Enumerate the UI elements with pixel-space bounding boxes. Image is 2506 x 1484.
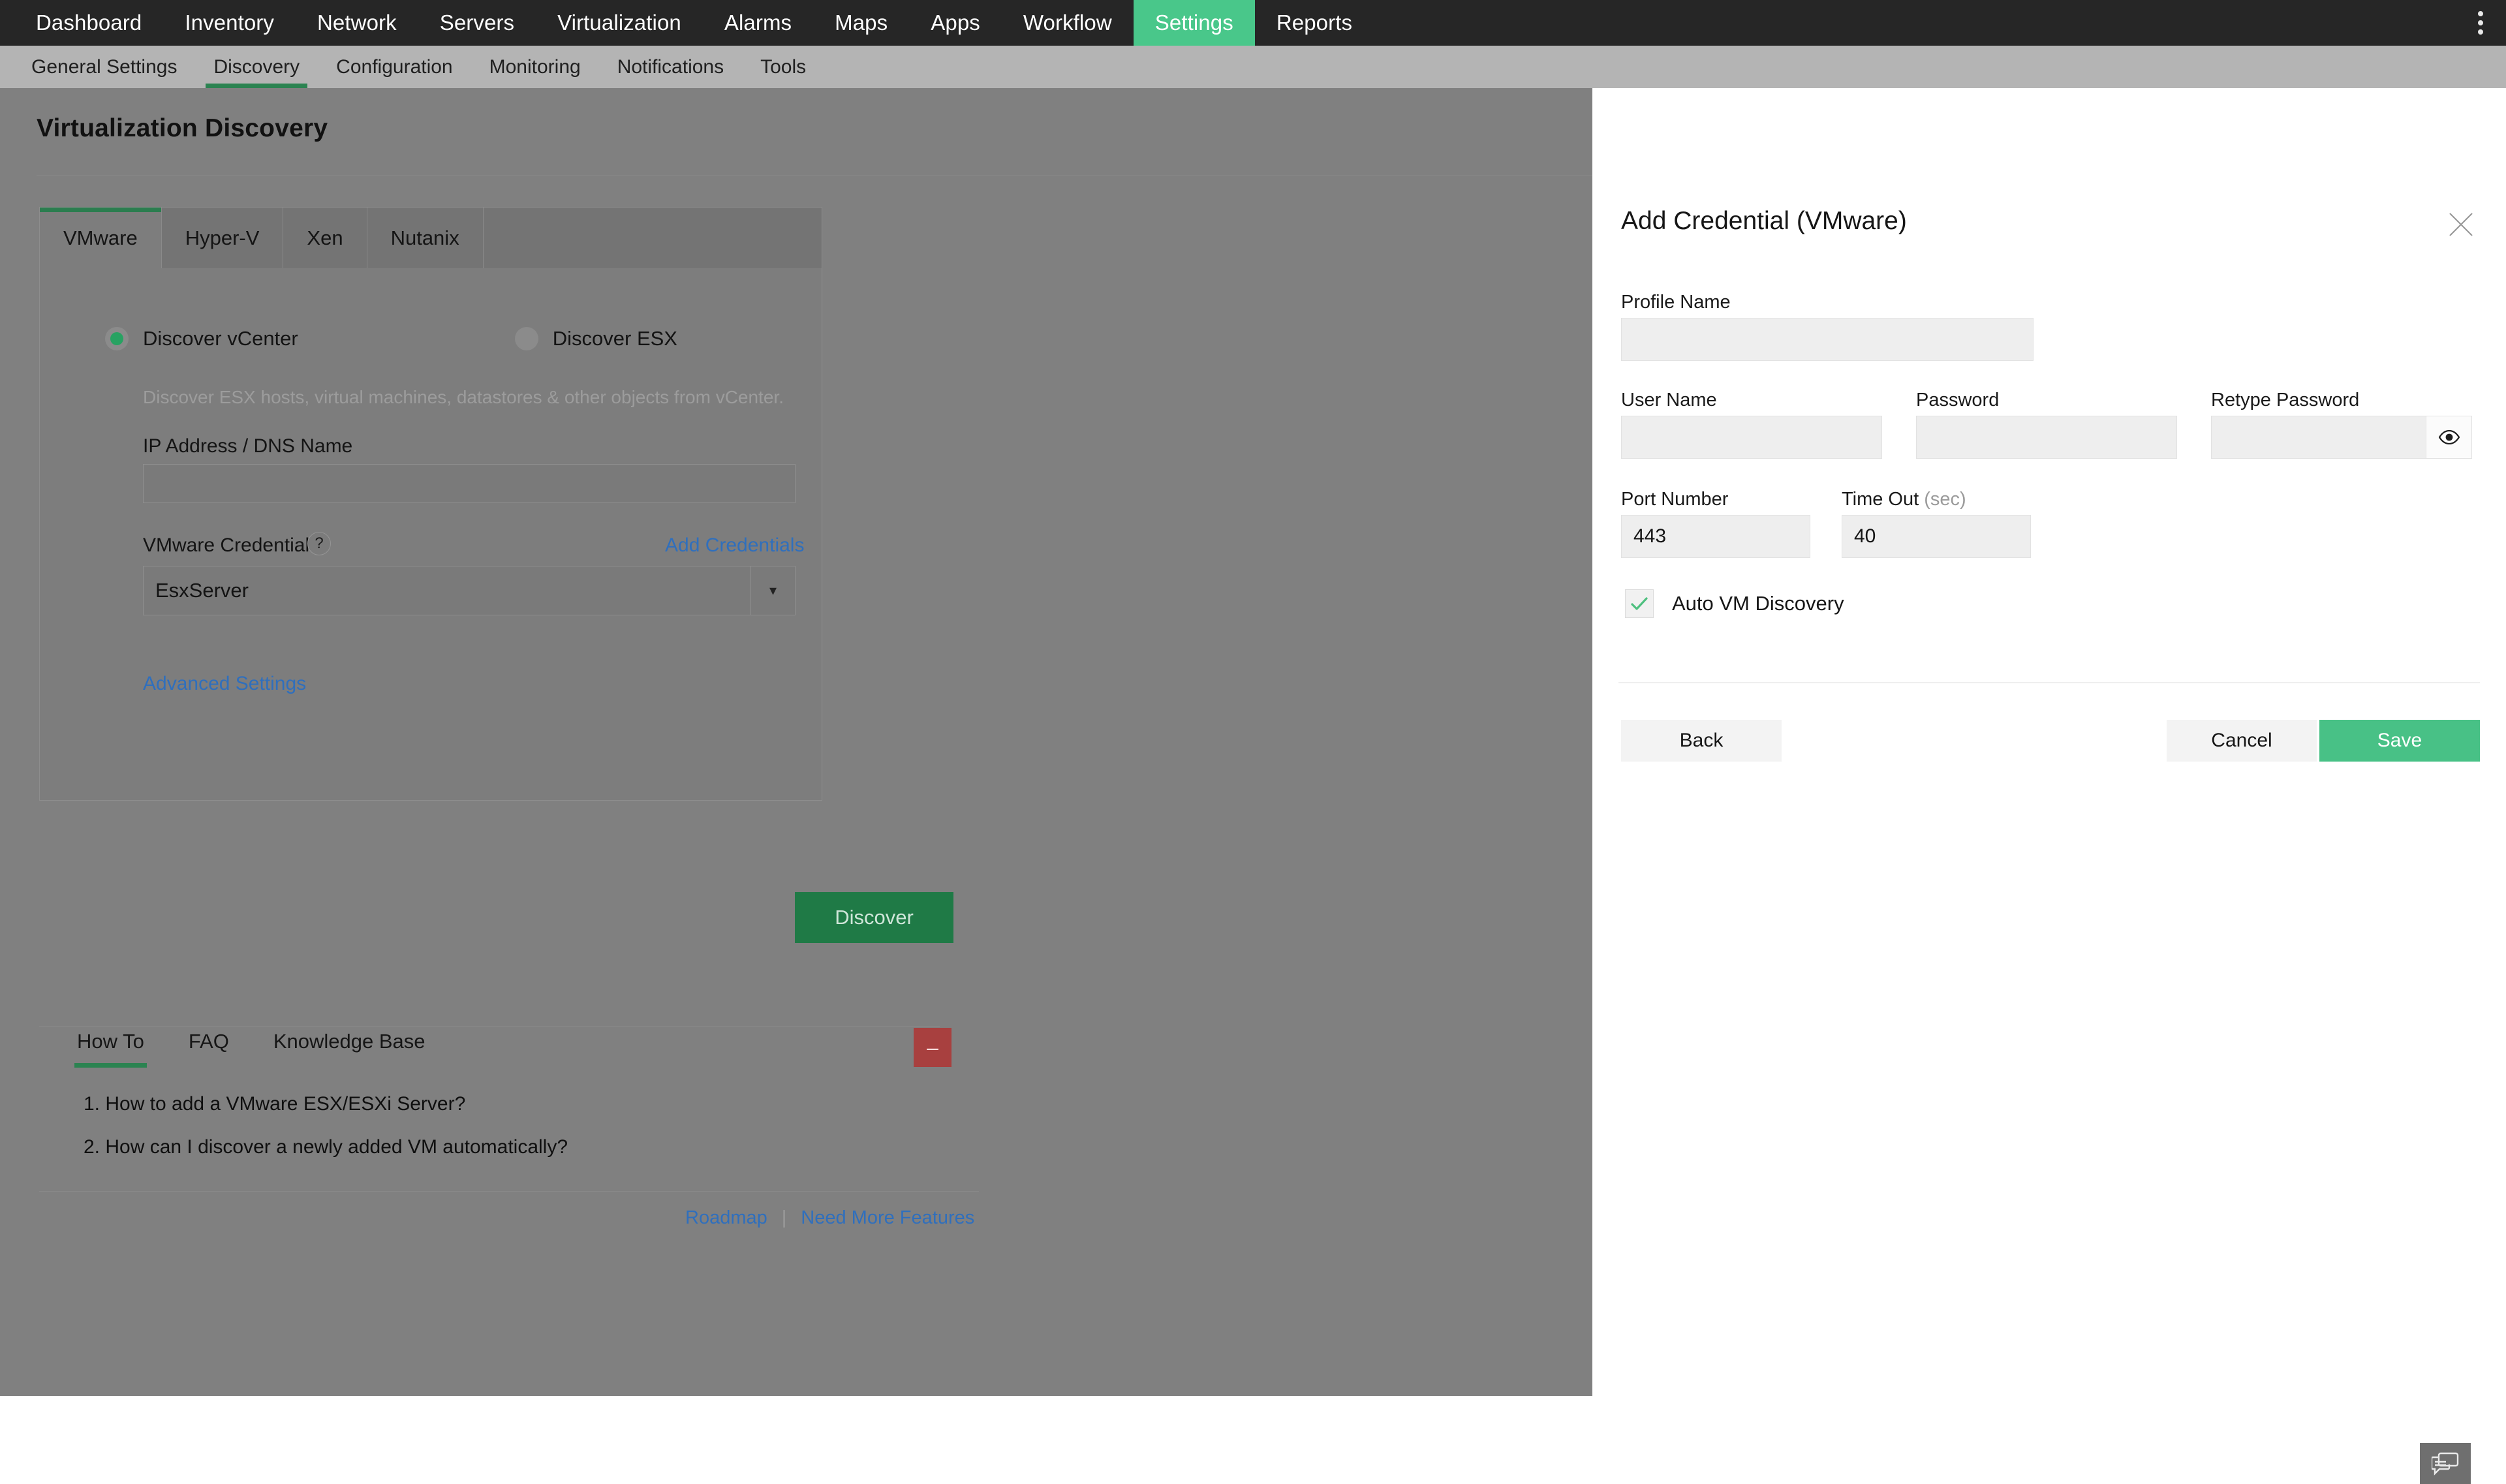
vmware-credential-select[interactable]: EsxServer ▾ bbox=[143, 566, 796, 615]
ip-address-input[interactable] bbox=[143, 464, 796, 503]
profile-name-input[interactable] bbox=[1621, 318, 2034, 361]
time-out-input[interactable]: 40 bbox=[1842, 515, 2031, 558]
time-out-unit: (sec) bbox=[1924, 489, 1966, 510]
kebab-dot bbox=[2478, 20, 2483, 25]
advanced-settings-link[interactable]: Advanced Settings bbox=[143, 673, 306, 695]
retype-password-input[interactable] bbox=[2212, 416, 2426, 458]
footer-divider bbox=[39, 1191, 979, 1192]
kebab-dot bbox=[2478, 11, 2483, 16]
close-icon[interactable] bbox=[2446, 209, 2476, 240]
settings-sub-navigation: General Settings Discovery Configuration… bbox=[0, 46, 2506, 88]
nav-item-network[interactable]: Network bbox=[296, 0, 418, 46]
auto-vm-discovery-checkbox[interactable] bbox=[1625, 589, 1654, 618]
tab-nutanix[interactable]: Nutanix bbox=[367, 208, 484, 268]
help-collapse-button[interactable]: – bbox=[914, 1028, 951, 1067]
time-out-label: Time Out (sec) bbox=[1842, 489, 1966, 510]
nav-item-maps[interactable]: Maps bbox=[813, 0, 909, 46]
cancel-button[interactable]: Cancel bbox=[2167, 720, 2317, 762]
radio-button-esx-icon[interactable] bbox=[514, 327, 538, 350]
auto-vm-discovery-row[interactable]: Auto VM Discovery bbox=[1625, 589, 1844, 618]
subnav-item-configuration[interactable]: Configuration bbox=[318, 46, 471, 88]
subnav-item-tools[interactable]: Tools bbox=[742, 46, 824, 88]
radio-label-discover-esx: Discover ESX bbox=[552, 327, 677, 350]
discover-mode-radio-group: Discover vCenter Discover ESX bbox=[105, 327, 677, 350]
nav-item-dashboard[interactable]: Dashboard bbox=[14, 0, 163, 46]
radio-discover-esx[interactable]: Discover ESX bbox=[514, 327, 677, 350]
vmware-credential-selected-value: EsxServer bbox=[155, 579, 249, 602]
help-question-icon[interactable]: ? bbox=[307, 532, 331, 555]
help-tab-faq[interactable]: FAQ bbox=[166, 1018, 251, 1068]
port-number-input[interactable]: 443 bbox=[1621, 515, 1810, 558]
modal-title: Add Credential (VMware) bbox=[1621, 207, 1907, 235]
modal-footer-divider bbox=[1618, 682, 2480, 683]
kebab-dot bbox=[2478, 29, 2483, 35]
vmware-tab-panel: Discover vCenter Discover ESX Discover E… bbox=[40, 268, 822, 800]
list-item[interactable]: 2. How can I discover a newly added VM a… bbox=[84, 1136, 568, 1158]
nav-item-reports[interactable]: Reports bbox=[1255, 0, 1374, 46]
nav-item-virtualization[interactable]: Virtualization bbox=[536, 0, 703, 46]
top-navigation-bar: Dashboard Inventory Network Servers Virt… bbox=[0, 0, 2506, 46]
profile-name-label: Profile Name bbox=[1621, 292, 1731, 313]
save-button[interactable]: Save bbox=[2319, 720, 2480, 762]
retype-password-label: Retype Password bbox=[2211, 390, 2360, 410]
auto-vm-discovery-label: Auto VM Discovery bbox=[1672, 592, 1844, 615]
user-name-input[interactable] bbox=[1621, 416, 1882, 459]
nav-item-settings[interactable]: Settings bbox=[1133, 0, 1255, 46]
nav-item-alarms[interactable]: Alarms bbox=[703, 0, 813, 46]
page-title: Virtualization Discovery bbox=[37, 114, 328, 142]
help-tab-how-to[interactable]: How To bbox=[55, 1018, 166, 1068]
virtualization-discovery-card: VMware Hyper-V Xen Nutanix Discover vCen… bbox=[39, 207, 822, 801]
nav-item-workflow[interactable]: Workflow bbox=[1002, 0, 1134, 46]
help-tab-knowledge-base[interactable]: Knowledge Base bbox=[251, 1018, 448, 1068]
footer-separator: | bbox=[781, 1207, 787, 1228]
discover-mode-hint-text: Discover ESX hosts, virtual machines, da… bbox=[143, 387, 784, 407]
discover-button[interactable]: Discover bbox=[795, 892, 953, 943]
password-label: Password bbox=[1916, 390, 2000, 410]
add-credential-modal-panel: Add Credential (VMware) Profile Name Use… bbox=[1592, 88, 2506, 1396]
nav-item-apps[interactable]: Apps bbox=[909, 0, 1002, 46]
subnav-item-notifications[interactable]: Notifications bbox=[599, 46, 742, 88]
eye-icon[interactable] bbox=[2426, 416, 2471, 458]
tab-strip-filler bbox=[484, 208, 822, 268]
roadmap-link[interactable]: Roadmap bbox=[685, 1207, 767, 1229]
need-more-features-link[interactable]: Need More Features bbox=[801, 1207, 974, 1229]
time-out-label-text: Time Out bbox=[1842, 489, 1919, 510]
retype-password-field-group bbox=[2211, 416, 2472, 459]
port-number-label: Port Number bbox=[1621, 489, 1729, 510]
list-item[interactable]: 1. How to add a VMware ESX/ESXi Server? bbox=[84, 1093, 568, 1115]
kebab-menu-icon[interactable] bbox=[2455, 0, 2506, 46]
back-button[interactable]: Back bbox=[1621, 720, 1782, 762]
tab-xen[interactable]: Xen bbox=[283, 208, 367, 268]
chevron-down-icon[interactable]: ▾ bbox=[750, 566, 795, 615]
chat-bubbles-icon[interactable] bbox=[2420, 1443, 2471, 1484]
help-tab-strip: How To FAQ Knowledge Base bbox=[55, 1018, 448, 1068]
footer-links: Roadmap | Need More Features bbox=[685, 1207, 974, 1229]
vmware-credential-label: VMware Credential bbox=[143, 534, 310, 556]
subnav-item-monitoring[interactable]: Monitoring bbox=[471, 46, 599, 88]
radio-discover-vcenter[interactable]: Discover vCenter bbox=[105, 327, 298, 350]
virtualization-tab-strip: VMware Hyper-V Xen Nutanix bbox=[40, 208, 822, 268]
tab-vmware[interactable]: VMware bbox=[40, 208, 162, 268]
radio-selected-dot bbox=[110, 332, 123, 345]
user-name-label: User Name bbox=[1621, 390, 1717, 410]
password-input[interactable] bbox=[1916, 416, 2177, 459]
tab-hyper-v[interactable]: Hyper-V bbox=[162, 208, 284, 268]
add-credentials-link[interactable]: Add Credentials bbox=[665, 534, 804, 557]
ip-address-label: IP Address / DNS Name bbox=[143, 435, 353, 457]
subnav-item-general-settings[interactable]: General Settings bbox=[13, 46, 195, 88]
help-how-to-list: 1. How to add a VMware ESX/ESXi Server? … bbox=[84, 1093, 568, 1179]
nav-item-servers[interactable]: Servers bbox=[418, 0, 536, 46]
nav-item-inventory[interactable]: Inventory bbox=[163, 0, 296, 46]
radio-label-discover-vcenter: Discover vCenter bbox=[143, 327, 298, 350]
radio-button-vcenter-icon[interactable] bbox=[105, 327, 129, 350]
subnav-item-discovery[interactable]: Discovery bbox=[195, 46, 318, 88]
